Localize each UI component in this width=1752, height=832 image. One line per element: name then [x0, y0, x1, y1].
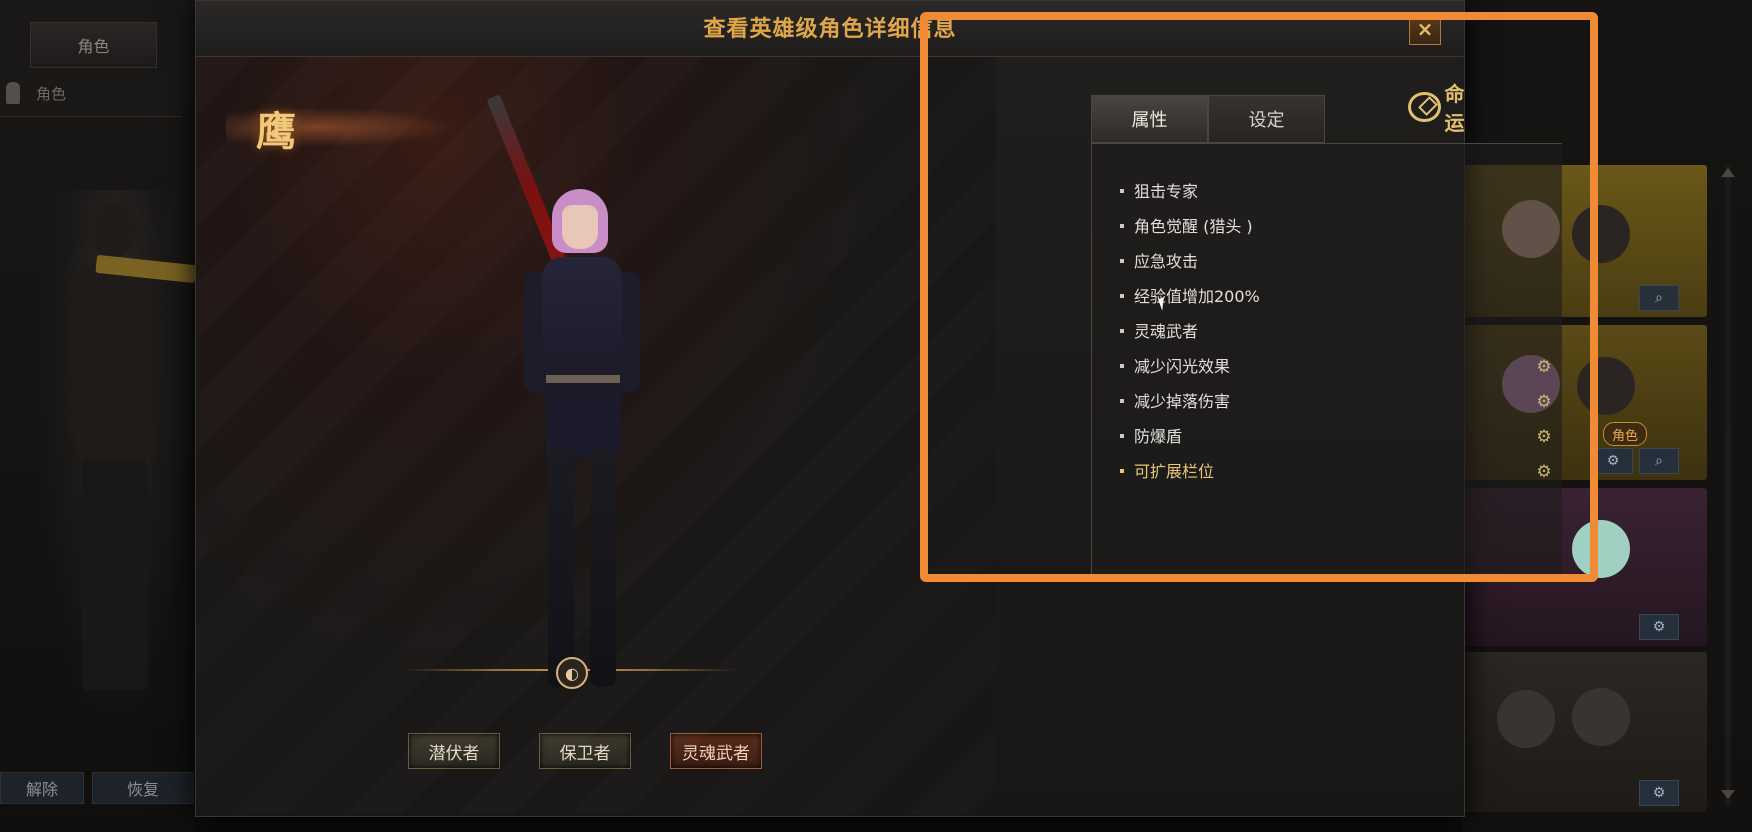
attribute-label: 狙击专家 [1134, 182, 1199, 201]
character-portrait [1572, 688, 1630, 746]
tab-attributes[interactable]: 属性 [1091, 95, 1208, 143]
attribute-label: 角色觉醒 (猎头 ) [1134, 217, 1253, 236]
attribute-item: 角色觉醒 (猎头 ) [1120, 209, 1554, 244]
attribute-list: 狙击专家 角色觉醒 (猎头 ) 应急攻击 经验值增加200% 灵魂武者 减少闪光效果 ⚙ 减少… [1120, 174, 1554, 489]
character-card[interactable]: ⚙ [1462, 652, 1707, 812]
attribute-label: 减少掉落伤害 [1134, 392, 1231, 411]
search-icon[interactable]: ⌕ [1639, 448, 1679, 474]
attribute-list-box: 狙击专家 角色觉醒 (猎头 ) 应急攻击 经验值增加200% 灵魂武者 减少闪光效果 ⚙ 减少… [1091, 143, 1562, 574]
skill-button-defender[interactable]: 保卫者 [539, 733, 631, 769]
hero-character-detail-modal: 查看英雄级角色详细信息 × 鹰 ◐ 潜伏者 保卫者 灵魂武者 属性 设定 命运 … [195, 0, 1562, 817]
gear-icon[interactable]: ⚙ [1534, 427, 1554, 447]
attribute-label: 灵魂武者 [1134, 322, 1199, 341]
attribute-item: 可扩展栏位 ⚙ [1120, 454, 1554, 489]
scroll-down-arrow-icon[interactable] [1721, 790, 1735, 799]
attribute-label: 防爆盾 [1134, 427, 1183, 446]
tab-characters[interactable]: 角色 [30, 22, 157, 68]
skill-button-soul-warrior[interactable]: 灵魂武者 [670, 733, 762, 769]
character-leg [548, 447, 574, 687]
character-model[interactable] [466, 94, 666, 697]
destiny-logo: 命运 [1408, 82, 1474, 135]
skill-button-lurker[interactable]: 潜伏者 [408, 733, 500, 769]
character-info-panel: 属性 设定 命运 狙击专家角色觉醒 (猎头 ) 应急攻击经验值增加200% 灵魂武者… [996, 57, 1562, 815]
class-emblem: 鹰 [256, 108, 296, 155]
role-filter-bar[interactable]: 角色 [0, 70, 182, 117]
attribute-label: 可扩展栏位 [1134, 462, 1215, 481]
character-portrait [1497, 690, 1555, 748]
character-leg [590, 447, 616, 687]
scroll-up-arrow-icon[interactable] [1721, 168, 1735, 177]
character-portrait [1572, 520, 1630, 578]
character-portrait [1577, 357, 1635, 415]
equipped-tag: 角色 [1602, 422, 1647, 446]
attribute-label: 应急攻击 [1134, 252, 1199, 271]
gear-icon[interactable]: ⚙ [1639, 780, 1679, 806]
rotate-icon[interactable]: ◐ [556, 657, 588, 689]
modal-header: 查看英雄级角色详细信息 × [196, 1, 1464, 57]
unequip-button[interactable]: 解除 [0, 772, 84, 804]
character-portrait [1572, 205, 1630, 263]
attribute-label: 经验值增加200% [1134, 287, 1260, 306]
attribute-item: 减少闪光效果 ⚙ [1120, 349, 1554, 384]
restore-button[interactable]: 恢复 [92, 772, 194, 804]
destiny-logo-text: 命运 [1444, 82, 1465, 135]
gear-icon[interactable]: ⚙ [1593, 448, 1633, 474]
gear-icon[interactable]: ⚙ [1534, 392, 1554, 412]
character-face [562, 205, 598, 249]
gear-icon[interactable]: ⚙ [1534, 462, 1554, 482]
attribute-item: 灵魂武者 [1120, 314, 1554, 349]
attribute-label: 减少闪光效果 [1134, 357, 1231, 376]
destiny-emblem-icon [1408, 92, 1441, 122]
gear-icon[interactable]: ⚙ [1639, 614, 1679, 640]
search-icon[interactable]: ⌕ [1639, 285, 1679, 311]
scrollbar[interactable] [1725, 165, 1731, 805]
close-icon[interactable]: × [1409, 13, 1441, 45]
attribute-item: 经验值增加200% [1120, 279, 1554, 314]
attribute-item: 减少掉落伤害 ⚙ [1120, 384, 1554, 419]
tab-settings[interactable]: 设定 [1208, 95, 1325, 143]
modal-title: 查看英雄级角色详细信息 [703, 17, 957, 42]
character-showcase: 鹰 ◐ 潜伏者 保卫者 灵魂武者 [196, 57, 996, 815]
character-icon [6, 82, 20, 104]
character-belt [546, 375, 620, 383]
gear-icon[interactable]: ⚙ [1534, 357, 1554, 377]
background-character-preview [40, 190, 197, 710]
attribute-item: 防爆盾 ⚙ [1120, 419, 1554, 454]
attribute-item: 应急攻击 [1120, 244, 1554, 279]
role-filter-label: 角色 [36, 84, 67, 103]
character-torso [542, 257, 622, 407]
attribute-item: 狙击专家 [1120, 174, 1554, 209]
